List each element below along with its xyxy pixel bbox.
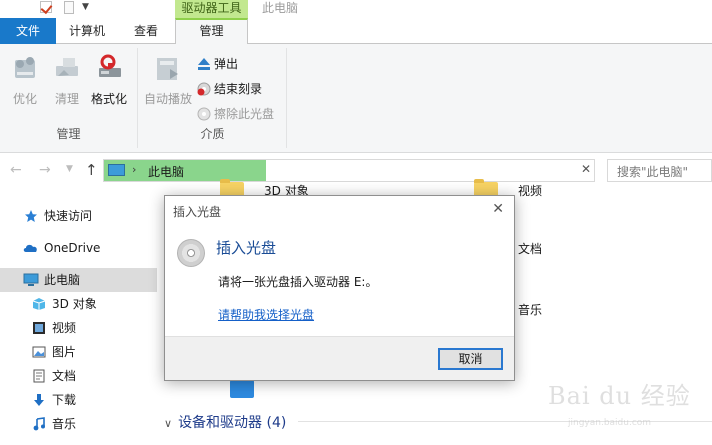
pc-icon (23, 273, 39, 286)
eject-button[interactable]: 弹出 (197, 54, 238, 74)
cancel-button[interactable]: 取消 (438, 348, 503, 370)
address-selection-highlight (104, 160, 266, 181)
dialog-heading: 插入光盘 (216, 239, 277, 257)
sidebar-item-label: 音乐 (52, 417, 77, 431)
star-icon (25, 210, 37, 222)
download-icon (34, 394, 44, 406)
baidu-jingyan-watermark: Bai du 经验 jingyan.baidu.com (548, 368, 708, 438)
cleanup-icon (56, 58, 78, 76)
properties-check-icon[interactable] (40, 1, 52, 13)
sidebar-item-label: 3D 对象 (52, 297, 97, 311)
finish-burning-label: 结束刻录 (214, 82, 263, 96)
help-choose-disc-link[interactable]: 请帮助我选择光盘 (218, 306, 314, 323)
sidebar-item-label: 视频 (52, 321, 77, 335)
sidebar-item-label: 文档 (52, 369, 77, 383)
video-icon (33, 322, 45, 334)
eject-icon (198, 58, 210, 70)
recent-locations-chevron-icon[interactable]: ▼ (66, 164, 73, 174)
watermark-text: Bai du 经验 (548, 382, 691, 410)
drive-tools-context-tab: 驱动器工具 (175, 0, 248, 18)
cleanup-button[interactable]: 清理 (46, 52, 88, 107)
document-icon (33, 369, 45, 383)
eject-label: 弹出 (214, 57, 239, 71)
sidebar-item-onedrive[interactable]: OneDrive (0, 236, 157, 260)
burn-disc-icon (197, 82, 211, 96)
sidebar-item-music[interactable]: 音乐 (0, 412, 157, 436)
sidebar-item-videos[interactable]: 视频 (0, 316, 157, 340)
ribbon-group-manage: 优化 清理 格式化 管理 (0, 48, 138, 148)
sidebar-item-3d-objects[interactable]: 3D 对象 (0, 292, 157, 316)
devices-section-title: 设备和驱动器 (4) (178, 415, 287, 431)
erase-disc-label: 擦除此光盘 (214, 107, 275, 121)
address-bar[interactable]: › 此电脑 (103, 159, 595, 182)
disc-icon (177, 239, 205, 267)
picture-icon (32, 346, 46, 358)
devices-section-header[interactable]: ∨ 设备和驱动器 (4) (164, 412, 286, 432)
sidebar-item-label: 图片 (52, 345, 77, 359)
cube-icon (32, 298, 46, 310)
sidebar-item-label: 此电脑 (44, 273, 81, 287)
search-input[interactable]: 搜索"此电脑" (607, 159, 712, 182)
dialog-title: 插入光盘 (173, 205, 222, 219)
manage-group-label: 管理 (56, 127, 81, 141)
folder-label-documents: 文档 (518, 242, 543, 256)
sidebar-item-label: 快速访问 (44, 209, 93, 223)
breadcrumb-chevron-icon[interactable]: › (132, 163, 136, 176)
dialog-footer: 取消 (165, 336, 514, 380)
optimize-button[interactable]: 优化 (4, 52, 46, 107)
close-icon[interactable]: ✕ (492, 201, 504, 217)
erase-disc-button[interactable]: 擦除此光盘 (197, 104, 274, 124)
sidebar-item-quick-access[interactable]: 快速访问 (0, 204, 157, 228)
folder-downloads-icon[interactable] (230, 377, 254, 398)
format-button[interactable]: 格式化 (88, 52, 130, 107)
autoplay-icon (157, 58, 178, 80)
folder-label-music: 音乐 (518, 303, 543, 317)
customize-toolbar-chevron-icon[interactable]: ▼ (82, 2, 89, 12)
tab-file[interactable]: 文件 (0, 18, 56, 44)
back-arrow-icon[interactable]: ← (10, 162, 22, 178)
forward-arrow-icon[interactable]: → (39, 162, 51, 178)
optimize-label: 优化 (12, 92, 37, 106)
sidebar-item-label: OneDrive (44, 241, 101, 255)
window-title: 此电脑 (262, 1, 299, 15)
media-group-label: 介质 (200, 127, 225, 141)
sidebar-item-pictures[interactable]: 图片 (0, 340, 157, 364)
chevron-down-icon: ∨ (164, 417, 173, 430)
title-bar: ▼ 驱动器工具 此电脑 (0, 0, 712, 18)
tab-computer[interactable]: 计算机 (58, 18, 116, 44)
erase-disc-icon (197, 107, 211, 121)
insert-disc-dialog: 插入光盘 ✕ 插入光盘 请将一张光盘插入驱动器 E:。 请帮助我选择光盘 取消 (164, 195, 515, 381)
sidebar-item-downloads[interactable]: 下载 (0, 388, 157, 412)
format-icon (99, 54, 121, 77)
ribbon: 优化 清理 格式化 管理 自动播放 弹出 结束刻录 擦除此光盘 介质 (0, 44, 712, 153)
autoplay-button[interactable]: 自动播放 (143, 52, 193, 107)
sidebar-item-documents[interactable]: 文档 (0, 364, 157, 388)
sidebar-item-label: 下载 (52, 393, 77, 407)
folder-label-videos: 视频 (518, 184, 543, 198)
navigation-pane: 快速访问 OneDrive 此电脑 3D 对象 视频 图片 文档 下载 音乐 (0, 188, 157, 445)
ribbon-tab-row: 文件 计算机 查看 管理 (0, 18, 712, 45)
ribbon-group-media: 自动播放 弹出 结束刻录 擦除此光盘 介质 (139, 48, 287, 148)
up-arrow-icon[interactable]: ↑ (85, 161, 98, 179)
pc-icon (108, 164, 125, 176)
cloud-icon (23, 244, 37, 252)
sidebar-item-this-pc[interactable]: 此电脑 (0, 268, 157, 292)
clear-address-icon[interactable] (579, 159, 595, 182)
address-location: 此电脑 (148, 165, 185, 179)
format-label: 格式化 (90, 92, 127, 106)
tab-manage[interactable]: 管理 (175, 18, 248, 45)
watermark-url: jingyan.baidu.com (568, 418, 652, 428)
tab-view[interactable]: 查看 (122, 18, 170, 44)
autoplay-label: 自动播放 (143, 92, 192, 106)
dialog-message: 请将一张光盘插入驱动器 E:。 (218, 275, 378, 289)
music-icon (33, 417, 45, 431)
finish-burning-button[interactable]: 结束刻录 (197, 79, 262, 99)
new-folder-icon[interactable] (64, 1, 74, 14)
optimize-icon (15, 57, 35, 78)
navigation-bar: ← → ▼ ↑ › 此电脑 搜索"此电脑" (0, 153, 712, 188)
cleanup-label: 清理 (54, 92, 79, 106)
